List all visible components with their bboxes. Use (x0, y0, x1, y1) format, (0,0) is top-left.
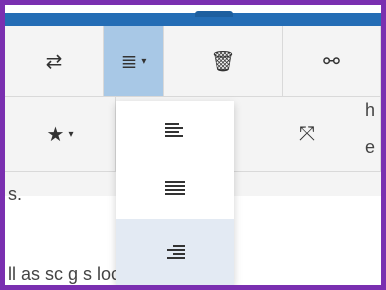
background-text-fragment: h (365, 100, 376, 120)
align-left-option[interactable] (116, 101, 234, 159)
link-icon: ⚯ (323, 50, 340, 73)
align-justify-icon (165, 181, 185, 195)
delete-button[interactable]: 🗑 (164, 26, 283, 97)
align-justify-option[interactable] (116, 159, 234, 217)
trash-icon: 🗑 (210, 50, 236, 73)
expand-icon: ⤧ (299, 122, 315, 145)
align-left-icon (165, 123, 185, 137)
screenshot-frame: ⇄ ≣ ▾ 🗑 ⚯ ★ ▾ ⤧ h e s. ll as sc g s loca… (0, 0, 386, 290)
align-dropdown-button[interactable]: ≣ ▾ (104, 26, 164, 97)
top-bar-notch (195, 11, 233, 17)
background-text-fragment: s. (8, 184, 23, 204)
align-right-icon (165, 245, 185, 259)
chevron-down-icon: ▾ (141, 55, 147, 67)
align-right-option[interactable] (116, 219, 234, 285)
chevron-down-icon: ▾ (68, 128, 74, 140)
fullscreen-button[interactable]: ⤧ (234, 97, 381, 172)
swap-button[interactable]: ⇄ (5, 26, 104, 97)
align-dropdown-menu (116, 101, 234, 285)
editor-top-bar (5, 13, 381, 26)
star-icon: ★ (46, 123, 65, 146)
link-button[interactable]: ⚯ (283, 26, 381, 97)
swap-icon: ⇄ (45, 50, 63, 73)
background-text-fragment: e (365, 137, 376, 157)
style-dropdown-button[interactable]: ★ ▾ (5, 97, 116, 172)
align-right-icon: ≣ (120, 50, 138, 73)
